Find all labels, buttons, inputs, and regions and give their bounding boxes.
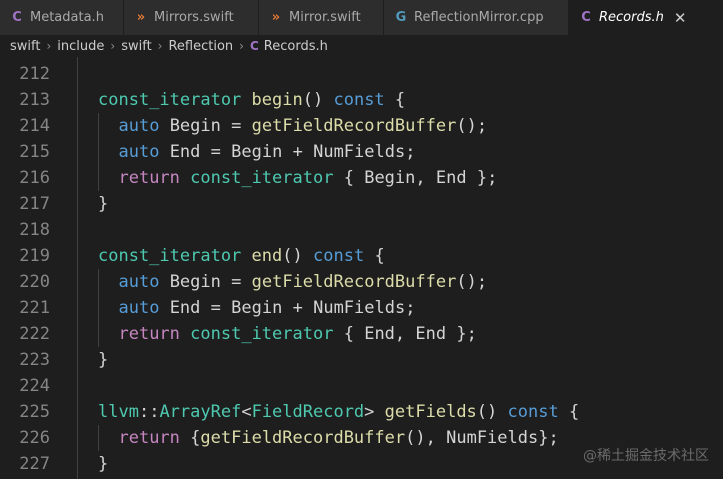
line-number: 217 xyxy=(19,194,50,214)
code-text: auto End = Begin + NumFields; xyxy=(118,142,416,162)
indent-guide xyxy=(98,113,99,191)
tab-metadata-h[interactable]: C Metadata.h xyxy=(0,0,124,35)
tab-label: Records.h xyxy=(599,10,664,25)
code-line: 223} xyxy=(0,347,723,373)
swift-file-icon: » xyxy=(271,10,281,25)
indent-guide xyxy=(98,269,99,347)
code-line: 225 llvm::ArrayRef<FieldRecord> getFields… xyxy=(0,399,723,425)
code-text: } xyxy=(98,350,109,370)
line-number: 222 xyxy=(19,324,50,344)
line-number: 224 xyxy=(19,376,50,396)
close-icon[interactable]: ✕ xyxy=(674,9,687,27)
code-line: 216 return const_iterator { Begin, End }… xyxy=(0,165,723,191)
c-file-icon: C xyxy=(249,39,259,53)
breadcrumb-item[interactable]: swift xyxy=(121,39,151,54)
code-text: const_iterator begin() const { xyxy=(98,90,406,110)
line-number: 221 xyxy=(19,298,50,318)
code-text: auto End = Begin + NumFields; xyxy=(118,298,416,318)
code-line: 219 const_iterator end() const { xyxy=(0,243,723,269)
code-line: 220 auto Begin = getFieldRecordBuffer(); xyxy=(0,269,723,295)
code-line: 224 xyxy=(0,373,723,399)
tab-label: ReflectionMirror.cpp xyxy=(414,10,544,25)
code-line: 222 return const_iterator { End, End }; xyxy=(0,321,723,347)
tab-records-h[interactable]: C Records.h ✕ xyxy=(569,0,723,35)
code-text: } xyxy=(98,454,109,474)
line-number: 212 xyxy=(19,64,50,84)
line-number: 216 xyxy=(19,168,50,188)
tab-label: Mirror.swift xyxy=(289,10,361,25)
line-number: 226 xyxy=(19,428,50,448)
breadcrumb-item[interactable]: swift xyxy=(10,39,40,54)
code-text: } xyxy=(98,194,109,214)
tab-label: Mirrors.swift xyxy=(154,10,234,25)
line-number: 225 xyxy=(19,402,50,422)
tab-mirrors-swift[interactable]: » Mirrors.swift xyxy=(124,0,259,35)
line-number: 215 xyxy=(19,142,50,162)
code-line: 221 auto End = Begin + NumFields; xyxy=(0,295,723,321)
swift-file-icon: » xyxy=(136,10,146,25)
line-number: 219 xyxy=(19,246,50,266)
indent-guide xyxy=(98,425,99,451)
code-text: return const_iterator { End, End }; xyxy=(118,324,477,344)
c-file-icon: C xyxy=(12,10,22,25)
breadcrumb-item[interactable]: include xyxy=(57,39,104,54)
tab-reflectionmirror-cpp[interactable]: G ReflectionMirror.cpp xyxy=(384,0,569,35)
tab-mirror-swift[interactable]: » Mirror.swift xyxy=(259,0,384,35)
code-line: 215 auto End = Begin + NumFields; xyxy=(0,139,723,165)
code-line: 214 auto Begin = getFieldRecordBuffer(); xyxy=(0,113,723,139)
line-number: 213 xyxy=(19,90,50,110)
line-number: 218 xyxy=(19,220,50,240)
code-line: 212 xyxy=(0,61,723,87)
breadcrumb: swift › include › swift › Reflection › C Records.… xyxy=(0,35,723,57)
chevron-right-icon: › xyxy=(239,39,244,53)
code-line: 218 xyxy=(0,217,723,243)
chevron-right-icon: › xyxy=(157,39,163,53)
chevron-right-icon: › xyxy=(110,39,116,53)
code-text: return const_iterator { Begin, End }; xyxy=(118,168,498,188)
code-text: const_iterator end() const { xyxy=(98,246,385,266)
watermark: @稀土掘金技术社区 xyxy=(583,448,709,464)
code-text: llvm::ArrayRef<FieldRecord> getFields() … xyxy=(98,402,580,422)
c-file-icon: C xyxy=(581,10,591,25)
breadcrumb-file[interactable]: Records.h xyxy=(264,39,328,54)
breadcrumb-item[interactable]: Reflection xyxy=(168,39,233,54)
code-line: 217} xyxy=(0,191,723,217)
tab-bar: C Metadata.h» Mirrors.swift» Mirror.swift G R… xyxy=(0,0,723,35)
line-number: 214 xyxy=(19,116,50,136)
line-number: 227 xyxy=(19,454,50,474)
line-number: 223 xyxy=(19,350,50,370)
code-text: auto Begin = getFieldRecordBuffer(); xyxy=(118,272,488,292)
code-text: auto Begin = getFieldRecordBuffer(); xyxy=(118,116,488,136)
cpp-file-icon: G xyxy=(395,10,407,25)
code-editor[interactable]: 212 213 const_iterator begin() const { 214 … xyxy=(0,57,723,479)
code-line: 213 const_iterator begin() const { xyxy=(0,87,723,113)
code-text: return {getFieldRecordBuffer(), NumField… xyxy=(118,428,559,448)
chevron-right-icon: › xyxy=(46,39,52,53)
line-number: 220 xyxy=(19,272,50,292)
tab-label: Metadata.h xyxy=(30,10,104,25)
